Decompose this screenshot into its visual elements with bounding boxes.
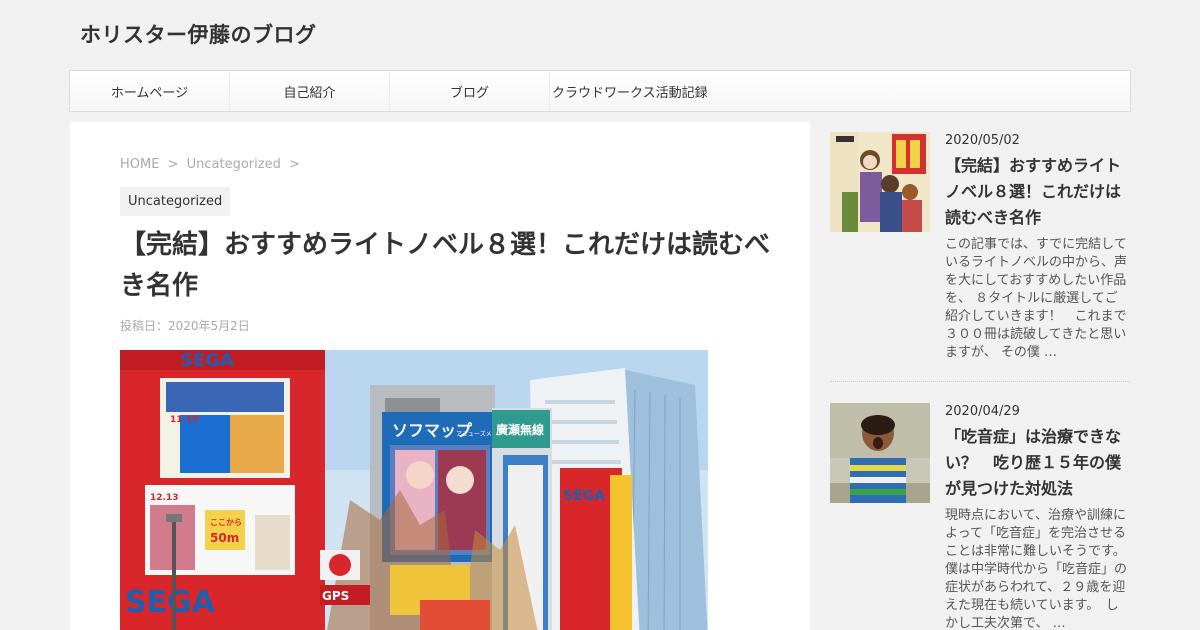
sidebar-post-excerpt: 現時点において、治療や訓練によって「吃音症」を完治させることは非常に難しいそうで… bbox=[945, 508, 1128, 630]
post-date: 投稿日：2020年5月2日 bbox=[120, 319, 250, 333]
category-badge[interactable]: Uncategorized bbox=[120, 187, 231, 216]
breadcrumb-home[interactable]: HOME bbox=[120, 157, 159, 172]
sega-side-logo: SEGA bbox=[563, 488, 605, 504]
post-title: 【完結】おすすめライトノベル８選！これだけは読むべき名作 bbox=[120, 230, 771, 301]
sale-amount: 50m bbox=[210, 531, 239, 545]
billboard-date-1: 11.10 bbox=[170, 415, 198, 425]
site-title[interactable]: ホリスター伊藤のブログ bbox=[80, 19, 317, 49]
breadcrumb-separator: > bbox=[288, 157, 300, 172]
sidebar-post-date: 2020/04/29 bbox=[945, 404, 1020, 419]
breadcrumb: HOME > Uncategorized > bbox=[120, 157, 304, 172]
nav-item-profile[interactable]: 自己紹介 bbox=[230, 71, 390, 111]
sidebar: 2020/05/02 【完結】おすすめライトノベル８選！これだけは読むべき名作 … bbox=[830, 132, 1130, 630]
sidebar-post-item[interactable]: 2020/04/29 「吃音症」は治療できない？ 吃り歴１５年の僕が見つけた対処… bbox=[830, 403, 1130, 630]
nav-item-crowdworks[interactable]: クラウドワークス活動記録 bbox=[550, 71, 710, 111]
sega-top-logo: SEGA bbox=[180, 350, 234, 371]
eyecatch-image: ソフマップ アミューズメント館 廣瀬無線 SEGA SEGA 11.10 12.… bbox=[120, 350, 708, 630]
blue-sign-text: 廣瀬無線 bbox=[496, 422, 544, 437]
global-nav: ホームページ 自己紹介 ブログ クラウドワークス活動記録 bbox=[69, 70, 1131, 112]
sidebar-post-date: 2020/05/02 bbox=[945, 133, 1020, 148]
sega-bottom-logo: SEGA bbox=[125, 585, 216, 620]
sidebar-post-excerpt: この記事では、すでに完結しているライトノベルの中から、声を大にしておすすめしたい… bbox=[945, 237, 1128, 360]
nav-item-blog[interactable]: ブログ bbox=[390, 71, 550, 111]
main-content: HOME > Uncategorized > Uncategorized 【完結… bbox=[70, 122, 810, 630]
post-thumbnail[interactable] bbox=[830, 403, 930, 503]
sidebar-post-title[interactable]: 【完結】おすすめライトノベル８選！これだけは読むべき名作 bbox=[945, 153, 1130, 231]
breadcrumb-category[interactable]: Uncategorized bbox=[187, 157, 281, 172]
post-thumbnail[interactable] bbox=[830, 132, 930, 232]
sidebar-post-item[interactable]: 2020/05/02 【完結】おすすめライトノベル８選！これだけは読むべき名作 … bbox=[830, 132, 1130, 382]
breadcrumb-separator: > bbox=[167, 157, 179, 172]
gps-sign: GPS bbox=[322, 589, 349, 603]
sale-label: ここから bbox=[210, 518, 242, 527]
billboard-date-2: 12.13 bbox=[150, 493, 178, 503]
sidebar-post-title[interactable]: 「吃音症」は治療できない？ 吃り歴１５年の僕が見つけた対処法 bbox=[945, 424, 1130, 502]
nav-item-home[interactable]: ホームページ bbox=[70, 71, 230, 111]
